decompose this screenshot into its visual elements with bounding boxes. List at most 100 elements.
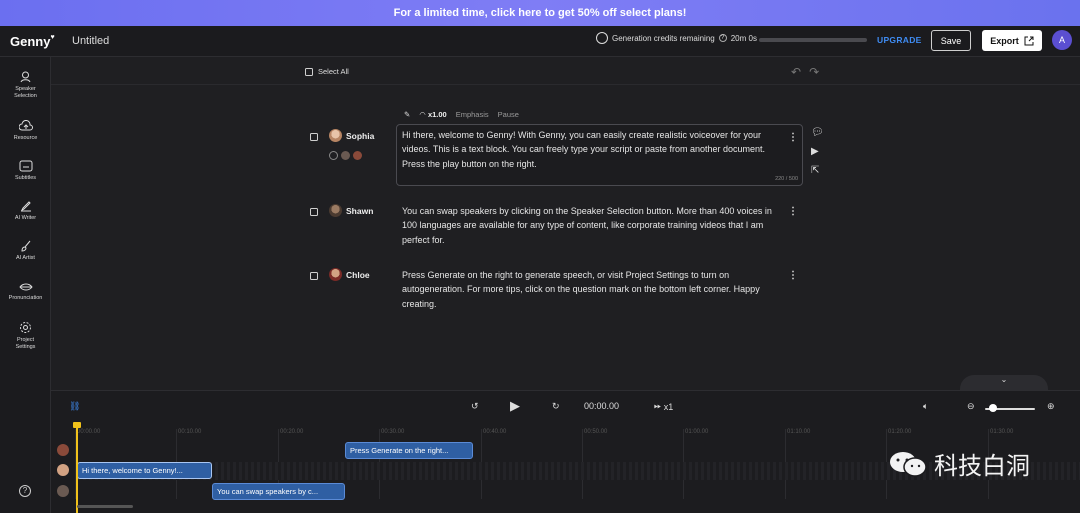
volume-icon[interactable]: 🔈︎ [923, 401, 928, 412]
sidebar-item-speaker-selection[interactable]: Speaker Selection [0, 70, 51, 100]
speaker-name: Chloe [346, 269, 370, 280]
text-block-editor[interactable]: Hi there, welcome to Genny! With Genny, … [396, 124, 803, 186]
block-text[interactable]: Hi there, welcome to Genny! With Genny, … [402, 128, 780, 171]
sidebar-item-resource[interactable]: Resource [0, 120, 51, 142]
sidebar-item-ai-artist[interactable]: AI Artist [0, 240, 51, 262]
promo-banner-text[interactable]: For a limited time, click here to get 50… [394, 7, 687, 19]
block-actions: 💬︎ ▶ ⇱ [811, 127, 824, 176]
fast-forward-icon: ⏩︎ [654, 401, 662, 411]
zoom-out-icon[interactable]: ⊖ [967, 401, 975, 412]
collapse-timeline-button[interactable]: ⌄ [960, 375, 1048, 390]
credits-value: 20m 0s [730, 33, 757, 43]
more-options-icon[interactable]: ⋮ [788, 207, 798, 217]
track-avatar-shawn[interactable] [57, 485, 69, 497]
playhead[interactable] [73, 422, 81, 513]
redo-icon[interactable]: ↷ [809, 65, 827, 79]
time-tick: 00:40.00 [480, 429, 507, 499]
rewind-icon[interactable]: ↺ [471, 401, 479, 412]
project-title[interactable]: Untitled [72, 35, 109, 47]
block-checkbox[interactable] [310, 133, 318, 141]
sidebar-item-project-settings[interactable]: Project Settings [0, 321, 51, 351]
current-time: 00:00.00 [584, 401, 620, 411]
time-tick: 00:20.00 [277, 429, 304, 499]
play-icon[interactable]: ▶ [811, 146, 824, 157]
history-icon[interactable] [329, 151, 338, 160]
wechat-icon [890, 451, 927, 477]
timeline-clip[interactable]: Hi there, welcome to Genny!... [77, 462, 212, 479]
time-tick: 01:00.00 [682, 429, 709, 499]
time-tick: 00:50.00 [581, 429, 608, 499]
help-icon[interactable]: ? [718, 34, 727, 42]
sidebar: Speaker Selection Resource Subtitles AI … [0, 57, 51, 513]
app-logo[interactable]: Genny♥ [10, 34, 55, 49]
more-options-icon[interactable]: ⋮ [788, 271, 798, 281]
upload-cloud-icon [18, 120, 33, 131]
promo-banner[interactable]: For a limited time, click here to get 50… [0, 0, 1080, 26]
char-counter: 220 / 500 [775, 176, 798, 182]
watermark-text: 科技白洞 [934, 452, 1030, 480]
more-options-icon[interactable]: ⋮ [788, 133, 798, 143]
speaker-selector[interactable]: Shawn [329, 204, 373, 217]
comment-icon[interactable]: 💬︎ [811, 127, 824, 138]
pause-button[interactable]: Pause [498, 110, 519, 119]
zoom-in-icon[interactable]: ⊕ [1047, 401, 1055, 412]
sidebar-item-pronunciation[interactable]: Pronunciation [0, 282, 51, 302]
share-icon[interactable]: ⇱ [811, 165, 824, 176]
track-avatar-sophia[interactable] [57, 464, 69, 476]
sidebar-item-label: AI Writer [14, 215, 37, 221]
export-button[interactable]: Export [982, 30, 1042, 51]
script-editor: Select All ↶↷ ✎ ◠ x1.00 Emphasis Pause S… [51, 57, 1080, 390]
pen-icon [20, 201, 31, 212]
play-button[interactable]: ▶ [510, 398, 520, 414]
speaker-selector[interactable]: Sophia [329, 129, 374, 142]
sidebar-item-ai-writer[interactable]: AI Writer [0, 200, 51, 222]
timeline-clip[interactable]: Press Generate on the right... [345, 442, 473, 459]
timeline-scrollbar[interactable] [77, 505, 133, 508]
block-text[interactable]: You can swap speakers by clicking on the… [402, 204, 780, 247]
block-checkbox[interactable] [310, 272, 318, 280]
speed-control[interactable]: ◠ x1.00 [419, 110, 446, 119]
emphasis-button[interactable]: Emphasis [456, 110, 489, 119]
chevron-down-icon: ⌄ [1000, 375, 1008, 384]
select-all-label: Select All [318, 67, 349, 76]
pin-icon[interactable]: ✎ [404, 110, 410, 119]
sidebar-item-subtitles[interactable]: Subtitles [0, 160, 51, 182]
top-bar: Genny♥ Untitled Generation credits remai… [0, 26, 1080, 57]
avatar [329, 204, 342, 217]
track-shawn: You can swap speakers by c... [77, 483, 1080, 501]
block-history [329, 151, 362, 160]
time-tick: 00:10.00 [175, 429, 202, 499]
zoom-slider-handle[interactable] [989, 404, 997, 412]
speaker-selector[interactable]: Chloe [329, 268, 370, 281]
export-label: Export [990, 35, 1019, 46]
time-tick: 01:30.00 [987, 429, 1014, 499]
upgrade-link[interactable]: UPGRADE [877, 35, 922, 45]
block-text[interactable]: Press Generate on the right to generate … [402, 268, 780, 311]
clock-icon [596, 32, 608, 44]
speaker-icon [20, 71, 31, 83]
link-icon[interactable]: ⛓ [69, 401, 80, 412]
sidebar-item-label: Resource [13, 135, 38, 141]
external-link-icon [1024, 36, 1034, 45]
speed-value: x1 [663, 401, 674, 412]
select-all-checkbox[interactable] [305, 67, 313, 76]
help-button[interactable]: ? [19, 485, 31, 497]
sidebar-item-label: Pronunciation [8, 295, 43, 301]
undo-icon[interactable]: ↶ [791, 65, 809, 79]
track-avatar-chloe[interactable] [57, 444, 69, 456]
user-avatar[interactable]: A [1052, 30, 1072, 50]
select-all[interactable]: Select All [305, 67, 349, 76]
speaker-name: Sophia [346, 130, 375, 141]
save-button[interactable]: Save [931, 30, 971, 51]
speed-icon: ◠ [419, 110, 426, 119]
time-tick: 01:20.00 [885, 429, 912, 499]
block-toolbar: ✎ ◠ x1.00 Emphasis Pause [404, 110, 519, 119]
speed-control[interactable]: ⏩︎ x1 [654, 401, 673, 412]
avatar [329, 268, 342, 281]
forward-icon[interactable]: ↻ [552, 401, 560, 412]
timeline-clip[interactable]: You can swap speakers by c... [212, 483, 345, 500]
credits-progress-bar [759, 38, 867, 42]
avatar[interactable] [353, 151, 362, 160]
block-checkbox[interactable] [310, 208, 318, 216]
avatar[interactable] [341, 151, 350, 160]
